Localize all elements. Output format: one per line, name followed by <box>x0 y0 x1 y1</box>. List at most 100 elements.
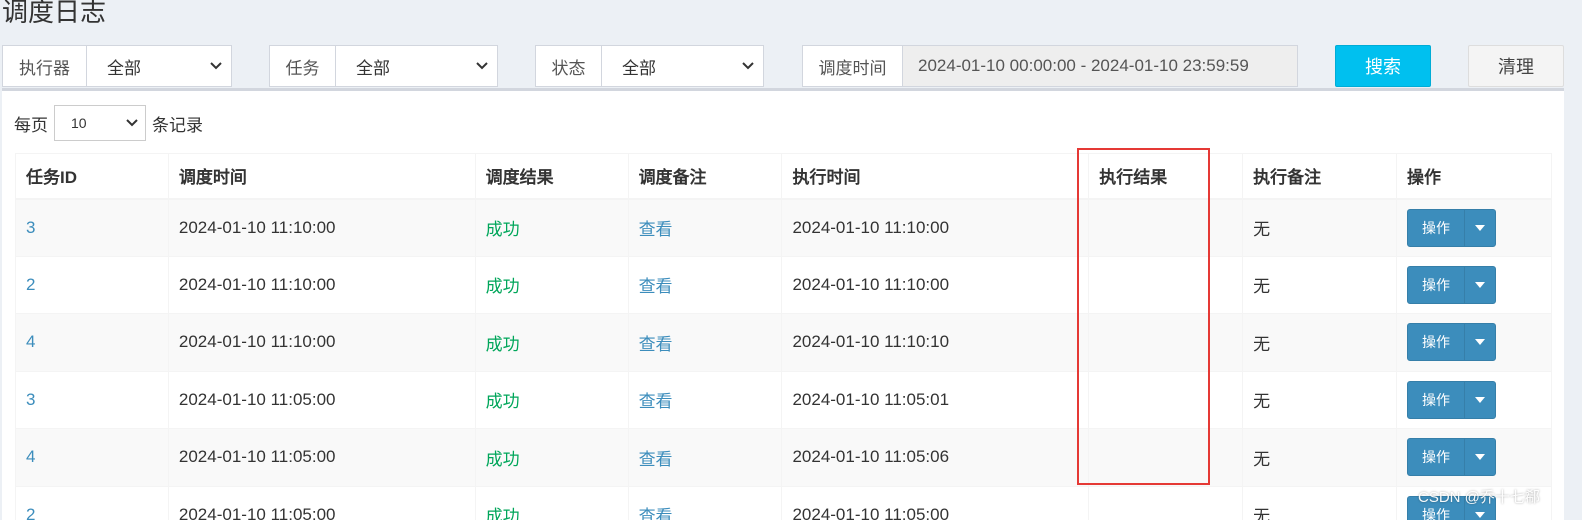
trigger-result-cell: 成功 <box>474 255 629 314</box>
handle-time-cell: 2024-01-10 11:10:00 <box>781 198 1090 257</box>
handle-note-cell: 无 <box>1242 255 1398 314</box>
table-row: 4 2024-01-10 11:10:00 成功 查看 2024-01-10 1… <box>15 313 1552 372</box>
handle-note-cell: 无 <box>1242 313 1398 372</box>
task-filter-label: 任务 <box>270 46 336 86</box>
executor-select[interactable]: 全部 <box>87 46 231 86</box>
status-select-value: 全部 <box>622 58 656 78</box>
caret-down-icon[interactable] <box>1465 267 1495 303</box>
caret-down-icon[interactable] <box>1465 382 1495 418</box>
view-trigger-note-link[interactable]: 查看 <box>639 220 673 239</box>
column-header-action: 操作 <box>1396 153 1552 200</box>
column-header-handle-result[interactable]: 执行结果 <box>1088 153 1244 200</box>
action-button-group: 操作 <box>1407 438 1497 477</box>
handle-time-cell: 2024-01-10 11:10:10 <box>781 313 1090 372</box>
search-button[interactable]: 搜索 <box>1335 45 1431 87</box>
log-table-box: 每页 10 条记录 任务ID 调度时间 调度结果 调度备注 执行时间 执行结果 … <box>2 88 1564 520</box>
action-button[interactable]: 操作 <box>1408 266 1466 303</box>
page-length-suffix: 条记录 <box>152 115 203 135</box>
task-id-link[interactable]: 3 <box>26 390 35 409</box>
chevron-down-icon <box>125 116 139 130</box>
page: 调度日志 执行器 全部 任务 全部 状态 全部 调度时间 2024-01-10 … <box>0 0 1582 520</box>
view-trigger-note-link[interactable]: 查看 <box>639 277 673 296</box>
table-row: 2 2024-01-10 11:05:00 成功 查看 2024-01-10 1… <box>15 485 1552 520</box>
handle-result-cell <box>1088 428 1244 487</box>
executor-filter: 执行器 全部 <box>2 45 232 87</box>
handle-note-cell: 无 <box>1242 485 1398 520</box>
handle-note-cell: 无 <box>1242 198 1398 257</box>
task-filter: 任务 全部 <box>269 45 498 87</box>
table-row: 4 2024-01-10 11:05:00 成功 查看 2024-01-10 1… <box>15 428 1552 487</box>
page-length-select[interactable]: 10 <box>54 105 146 141</box>
trigger-result-cell: 成功 <box>474 370 629 429</box>
handle-result-cell <box>1088 485 1244 520</box>
trigger-time-cell: 2024-01-10 11:05:00 <box>167 370 476 429</box>
table-row: 2 2024-01-10 11:10:00 成功 查看 2024-01-10 1… <box>15 255 1552 314</box>
watermark: CSDN @乔十七郗 <box>1418 489 1540 506</box>
task-select[interactable]: 全部 <box>336 46 497 86</box>
column-header-handle-note[interactable]: 执行备注 <box>1242 153 1398 200</box>
handle-result-cell <box>1088 370 1244 429</box>
table-header-row: 任务ID 调度时间 调度结果 调度备注 执行时间 执行结果 执行备注 操作 <box>15 153 1552 200</box>
task-id-link[interactable]: 2 <box>26 275 35 294</box>
column-header-trigger-time[interactable]: 调度时间 <box>167 153 476 200</box>
page-length-control: 每页 10 条记录 <box>14 105 203 141</box>
handle-time-cell: 2024-01-10 11:05:00 <box>781 485 1090 520</box>
handle-result-cell <box>1088 255 1244 314</box>
column-header-trigger-note[interactable]: 调度备注 <box>627 153 783 200</box>
handle-time-cell: 2024-01-10 11:05:01 <box>781 370 1090 429</box>
trigger-result-cell: 成功 <box>474 485 629 520</box>
handle-time-cell: 2024-01-10 11:10:00 <box>781 255 1090 314</box>
clear-button[interactable]: 清理 <box>1468 45 1564 87</box>
date-range-input[interactable]: 2024-01-10 00:00:00 - 2024-01-10 23:59:5… <box>903 46 1297 86</box>
log-table: 任务ID 调度时间 调度结果 调度备注 执行时间 执行结果 执行备注 操作 3 … <box>15 153 1552 520</box>
status-filter: 状态 全部 <box>535 45 764 87</box>
caret-down-icon[interactable] <box>1465 210 1495 246</box>
action-button-group: 操作 <box>1407 323 1497 362</box>
chevron-down-icon <box>475 59 489 73</box>
action-button-group: 操作 <box>1407 380 1497 419</box>
task-select-value: 全部 <box>356 58 390 78</box>
trigger-time-cell: 2024-01-10 11:10:00 <box>167 313 476 372</box>
action-button[interactable]: 操作 <box>1408 439 1466 476</box>
view-trigger-note-link[interactable]: 查看 <box>639 507 673 520</box>
status-select[interactable]: 全部 <box>602 46 763 86</box>
task-id-link[interactable]: 4 <box>26 332 35 351</box>
task-id-link[interactable]: 4 <box>26 447 35 466</box>
handle-result-cell <box>1088 198 1244 257</box>
caret-down-icon[interactable] <box>1465 439 1495 475</box>
column-header-handle-time[interactable]: 执行时间 <box>781 153 1090 200</box>
view-trigger-note-link[interactable]: 查看 <box>639 450 673 469</box>
chevron-down-icon <box>741 59 755 73</box>
chevron-down-icon <box>209 59 223 73</box>
trigger-time-cell: 2024-01-10 11:05:00 <box>167 485 476 520</box>
page-length-value: 10 <box>71 115 87 131</box>
table-row: 3 2024-01-10 11:05:00 成功 查看 2024-01-10 1… <box>15 370 1552 429</box>
action-button[interactable]: 操作 <box>1408 209 1466 246</box>
trigger-result-cell: 成功 <box>474 198 629 257</box>
column-header-trigger-result[interactable]: 调度结果 <box>474 153 629 200</box>
caret-down-icon[interactable] <box>1465 324 1495 360</box>
action-button-group: 操作 <box>1407 208 1497 247</box>
handle-result-cell <box>1088 313 1244 372</box>
page-length-prefix: 每页 <box>14 115 48 135</box>
handle-note-cell: 无 <box>1242 428 1398 487</box>
status-filter-label: 状态 <box>536 46 602 86</box>
time-filter: 调度时间 2024-01-10 00:00:00 - 2024-01-10 23… <box>802 45 1298 87</box>
trigger-time-cell: 2024-01-10 11:10:00 <box>167 198 476 257</box>
trigger-time-cell: 2024-01-10 11:05:00 <box>167 428 476 487</box>
action-button-group: 操作 <box>1407 265 1497 304</box>
view-trigger-note-link[interactable]: 查看 <box>639 335 673 354</box>
action-button[interactable]: 操作 <box>1408 324 1466 361</box>
action-button[interactable]: 操作 <box>1408 381 1466 418</box>
column-header-task-id[interactable]: 任务ID <box>15 153 169 200</box>
handle-time-cell: 2024-01-10 11:05:06 <box>781 428 1090 487</box>
trigger-time-cell: 2024-01-10 11:10:00 <box>167 255 476 314</box>
view-trigger-note-link[interactable]: 查看 <box>639 392 673 411</box>
table-row: 3 2024-01-10 11:10:00 成功 查看 2024-01-10 1… <box>15 198 1552 257</box>
trigger-result-cell: 成功 <box>474 313 629 372</box>
handle-note-cell: 无 <box>1242 370 1398 429</box>
trigger-result-cell: 成功 <box>474 428 629 487</box>
task-id-link[interactable]: 2 <box>26 505 35 520</box>
page-title: 调度日志 <box>2 0 107 27</box>
task-id-link[interactable]: 3 <box>26 218 35 237</box>
